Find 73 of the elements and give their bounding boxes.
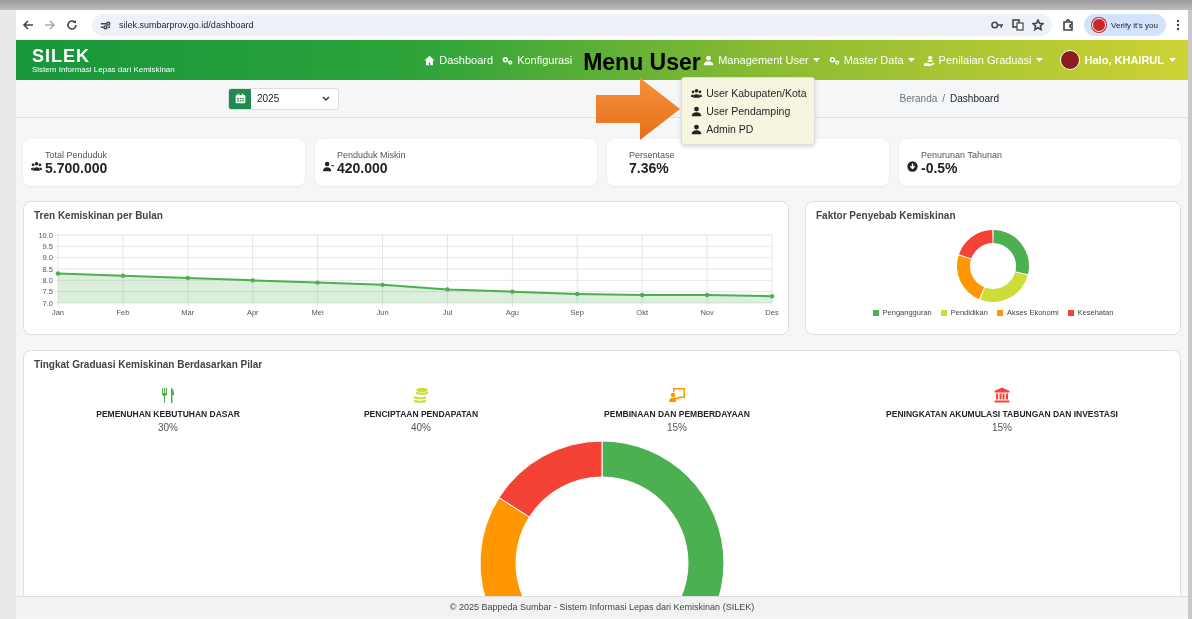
stat-label: Total Penduduk	[45, 150, 108, 160]
hand-person-icon	[923, 54, 935, 66]
person-icon	[691, 123, 703, 135]
translate-icon[interactable]	[1012, 19, 1025, 31]
annotation-label: Menu User	[583, 49, 701, 75]
avatar	[1059, 50, 1080, 70]
nav-link[interactable]: Dashboard	[424, 54, 494, 66]
data-point	[640, 292, 645, 298]
pillar-value: 15%	[667, 422, 687, 433]
back-arrow-icon[interactable]	[22, 19, 34, 31]
data-point	[185, 275, 190, 281]
key-icon[interactable]	[991, 20, 1005, 30]
down-arrow-icon	[907, 161, 918, 172]
data-point	[120, 273, 126, 278]
breadcrumb-link[interactable]: Beranda	[899, 93, 938, 104]
breadcrumb-separator: /	[942, 93, 946, 104]
pillar-value: 30%	[158, 422, 178, 433]
pillar-label: PEMBINAAN DAN PEMBERDAYAAN	[604, 409, 750, 419]
puzzle-icon[interactable]	[1062, 19, 1075, 31]
data-point	[510, 289, 515, 294]
pillar-value: 15%	[992, 422, 1012, 433]
data-point	[445, 287, 450, 292]
home-icon	[424, 54, 436, 66]
bank-icon	[994, 387, 1010, 403]
footer-text: © 2025 Bappeda Sumbar - Sistem Informasi Lepas dari Kemiskinan (SILEK)	[449, 602, 755, 612]
address-bar[interactable]: silek.sumbarprov.go.id/dashboard	[92, 14, 1053, 36]
site-settings-icon[interactable]	[100, 19, 111, 31]
people-icon	[691, 87, 703, 99]
pillar-label: PEMENUHAN KEBUTUHAN DASAR	[96, 409, 240, 419]
person-icon	[691, 105, 703, 117]
pillar-value: 40%	[411, 422, 431, 433]
stat-label: Penduduk Miskin	[337, 150, 406, 160]
nav-link[interactable]: Konfigurasi	[502, 54, 573, 66]
star-icon[interactable]	[1032, 19, 1045, 31]
dropdown-item[interactable]: Admin PD	[682, 120, 815, 138]
dropdown-item[interactable]: User Kabupaten/Kota	[682, 84, 815, 102]
data-point	[704, 292, 710, 298]
data-point	[315, 280, 320, 285]
stat-label: Penurunan Tahunan	[921, 150, 1002, 160]
data-point	[380, 282, 385, 288]
stat-value: 5.700.000	[45, 160, 108, 176]
stat-label: Persentase	[629, 150, 675, 160]
pillar-label: PENCIPTAAN PENDAPATAN	[363, 409, 479, 419]
caret-icon	[1169, 58, 1176, 62]
profile-button[interactable]: Verify it's you	[1084, 14, 1166, 36]
pillar-label: PENINGKATAN AKUMULASI TABUNGAN DAN INVESTASI	[886, 409, 1118, 419]
url-text: silek.sumbarprov.go.id/dashboard	[119, 20, 255, 30]
card-title: Tingkat Graduasi Kemiskinan Berdasarkan Pilar	[34, 359, 264, 370]
stat-value: -0.5%	[921, 160, 959, 176]
logo: SILEK Sistem Informasi Lepas dari Kemiskinan	[32, 44, 175, 76]
stat-value: 420.000	[337, 160, 389, 176]
reload-icon[interactable]	[66, 19, 78, 31]
dropdown-item[interactable]: User Pendamping	[682, 102, 815, 120]
chevron-icon	[322, 96, 330, 101]
gears-icon	[502, 54, 514, 66]
calendar-icon	[234, 93, 246, 104]
stat-value: 7.36%	[629, 160, 670, 176]
data-point	[575, 291, 580, 297]
person-icon	[703, 54, 715, 66]
data-point	[55, 271, 61, 276]
year-select[interactable]: 2025	[228, 87, 339, 110]
data-point	[250, 278, 255, 283]
presenter-icon	[669, 387, 685, 403]
gears-icon	[828, 54, 840, 66]
card-title: Tren Kemiskinan per Bulan	[34, 210, 164, 221]
fork-knife-icon	[160, 387, 176, 403]
coins-icon	[413, 387, 429, 403]
card-title: Faktor Penyebab Kemiskinan	[816, 210, 957, 221]
person-minus-icon	[323, 161, 334, 172]
breadcrumb-current: Dashboard	[950, 93, 999, 104]
people-icon	[31, 161, 42, 172]
more-icon[interactable]	[1176, 19, 1180, 31]
data-point	[769, 294, 775, 299]
